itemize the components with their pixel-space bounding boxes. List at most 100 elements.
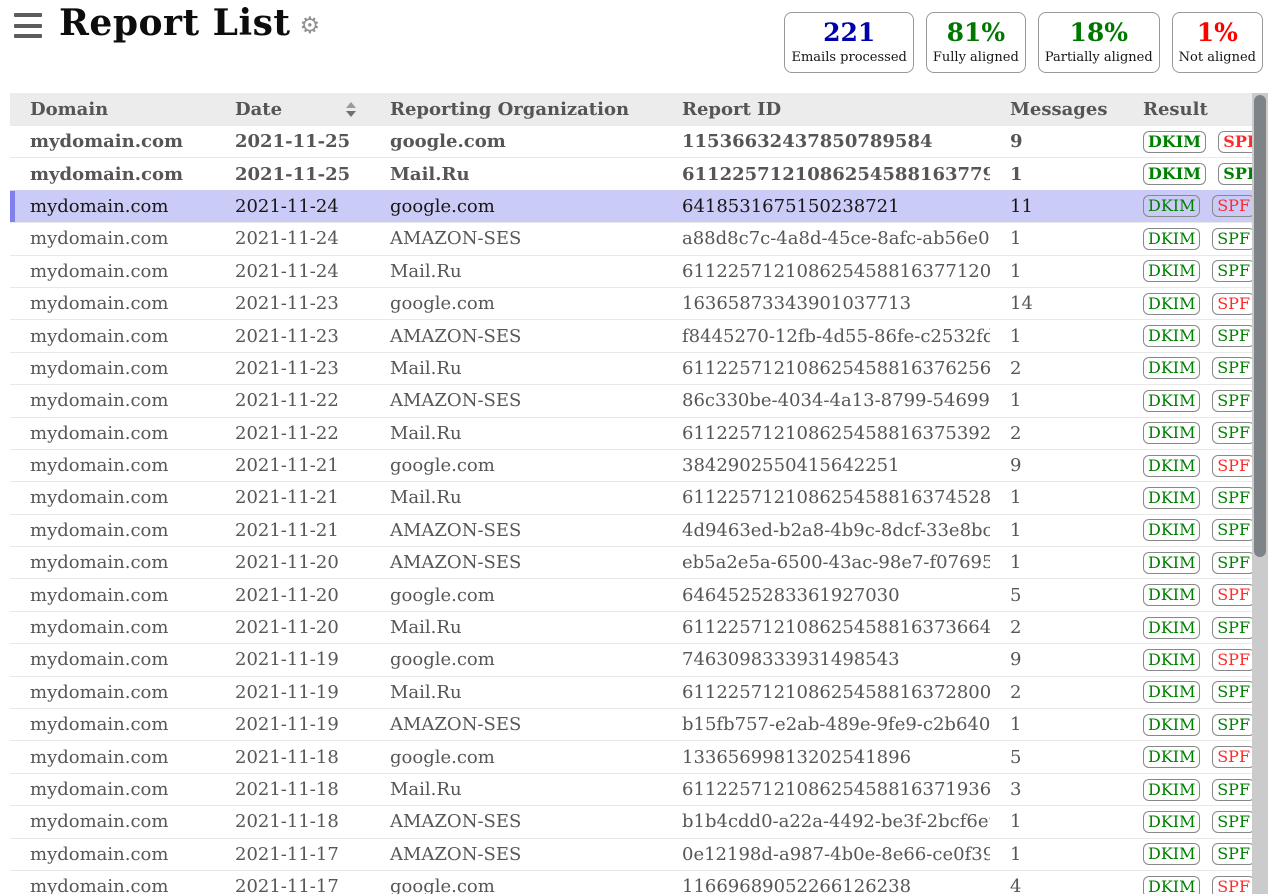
cell-result: DKIM SPF bbox=[1123, 519, 1252, 541]
cell-report-id: b1b4cdd0-a22a-4492-be3f-2bcf6e9… bbox=[662, 811, 990, 832]
cell-report-id: 3842902550415642251 bbox=[662, 455, 990, 476]
table-row[interactable]: mydomain.com 2021-11-20 google.com 64645… bbox=[10, 578, 1252, 610]
stat-card: 1% Not aligned bbox=[1172, 12, 1263, 73]
menu-hamburger-icon[interactable] bbox=[14, 13, 42, 38]
cell-result: DKIM SPF bbox=[1123, 617, 1252, 639]
cell-result: DKIM SPF bbox=[1123, 487, 1252, 509]
dkim-badge: DKIM bbox=[1143, 746, 1200, 768]
spf-badge: SPF bbox=[1212, 228, 1252, 250]
cell-domain: mydomain.com bbox=[10, 390, 215, 411]
table-row[interactable]: mydomain.com 2021-11-20 Mail.Ru 61122571… bbox=[10, 611, 1252, 643]
cell-report-id: eb5a2e5a-6500-43ac-98e7-f076959… bbox=[662, 552, 990, 573]
cell-date: 2021-11-18 bbox=[215, 779, 370, 800]
spf-badge: SPF bbox=[1212, 843, 1252, 865]
table-row[interactable]: mydomain.com 2021-11-17 AMAZON-SES 0e121… bbox=[10, 838, 1252, 870]
cell-org: google.com bbox=[370, 196, 662, 217]
cell-domain: mydomain.com bbox=[10, 293, 215, 314]
column-header-messages[interactable]: Messages bbox=[990, 99, 1123, 120]
cell-report-id: f8445270-12fb-4d55-86fe-c2532fd3… bbox=[662, 326, 990, 347]
cell-org: AMAZON-SES bbox=[370, 228, 662, 249]
column-header-reporting-organization[interactable]: Reporting Organization bbox=[370, 99, 662, 120]
cell-report-id: 16365873343901037713 bbox=[662, 293, 990, 314]
table-row[interactable]: mydomain.com 2021-11-17 google.com 11669… bbox=[10, 870, 1252, 894]
cell-messages: 9 bbox=[990, 455, 1123, 476]
spf-badge: SPF bbox=[1212, 811, 1252, 833]
table-row[interactable]: mydomain.com 2021-11-25 Mail.Ru 61122571… bbox=[10, 157, 1252, 189]
cell-date: 2021-11-19 bbox=[215, 649, 370, 670]
dkim-badge: DKIM bbox=[1143, 260, 1200, 282]
dkim-badge: DKIM bbox=[1143, 584, 1200, 606]
cell-domain: mydomain.com bbox=[10, 520, 215, 541]
table-row[interactable]: mydomain.com 2021-11-21 Mail.Ru 61122571… bbox=[10, 481, 1252, 513]
table-row[interactable]: mydomain.com 2021-11-18 google.com 13365… bbox=[10, 740, 1252, 772]
column-header-report-id[interactable]: Report ID bbox=[662, 99, 990, 120]
cell-date: 2021-11-22 bbox=[215, 423, 370, 444]
cell-messages: 1 bbox=[990, 228, 1123, 249]
spf-badge: SPF bbox=[1212, 617, 1252, 639]
table-row[interactable]: mydomain.com 2021-11-22 AMAZON-SES 86c33… bbox=[10, 384, 1252, 416]
cell-result: DKIM SPF bbox=[1123, 228, 1252, 250]
cell-date: 2021-11-23 bbox=[215, 358, 370, 379]
gear-icon[interactable]: ⚙ bbox=[300, 13, 321, 39]
table-row[interactable]: mydomain.com 2021-11-23 google.com 16365… bbox=[10, 287, 1252, 319]
spf-badge: SPF bbox=[1212, 649, 1252, 671]
dkim-badge: DKIM bbox=[1143, 552, 1200, 574]
spf-badge: SPF bbox=[1212, 681, 1252, 703]
table-row[interactable]: mydomain.com 2021-11-23 Mail.Ru 61122571… bbox=[10, 352, 1252, 384]
cell-report-id: 61122571210862545881637452800 bbox=[662, 487, 990, 508]
titlebar: Report List ⚙ bbox=[59, 2, 320, 44]
cell-date: 2021-11-20 bbox=[215, 552, 370, 573]
cell-result: DKIM SPF bbox=[1123, 455, 1252, 477]
dkim-badge: DKIM bbox=[1143, 131, 1206, 153]
table-row[interactable]: mydomain.com 2021-11-18 Mail.Ru 61122571… bbox=[10, 773, 1252, 805]
cell-messages: 2 bbox=[990, 617, 1123, 638]
table-row[interactable]: mydomain.com 2021-11-21 google.com 38429… bbox=[10, 449, 1252, 481]
column-header-result[interactable]: Result bbox=[1123, 99, 1252, 120]
table-row[interactable]: mydomain.com 2021-11-21 AMAZON-SES 4d946… bbox=[10, 514, 1252, 546]
table-row[interactable]: mydomain.com 2021-11-19 AMAZON-SES b15fb… bbox=[10, 708, 1252, 740]
scrollbar-track[interactable] bbox=[1252, 93, 1268, 894]
spf-badge: SPF bbox=[1212, 357, 1252, 379]
table-row[interactable]: mydomain.com 2021-11-19 Mail.Ru 61122571… bbox=[10, 676, 1252, 708]
stat-label: Partially aligned bbox=[1045, 50, 1153, 65]
column-header-date[interactable]: Date bbox=[215, 99, 370, 120]
table-row[interactable]: mydomain.com 2021-11-22 Mail.Ru 61122571… bbox=[10, 417, 1252, 449]
cell-org: AMAZON-SES bbox=[370, 390, 662, 411]
dkim-badge: DKIM bbox=[1143, 325, 1200, 347]
dkim-badge: DKIM bbox=[1143, 681, 1200, 703]
table-row[interactable]: mydomain.com 2021-11-24 AMAZON-SES a88d8… bbox=[10, 222, 1252, 254]
cell-date: 2021-11-19 bbox=[215, 682, 370, 703]
table-row[interactable]: mydomain.com 2021-11-19 google.com 74630… bbox=[10, 643, 1252, 675]
cell-date: 2021-11-23 bbox=[215, 293, 370, 314]
table-row[interactable]: mydomain.com 2021-11-24 Mail.Ru 61122571… bbox=[10, 255, 1252, 287]
cell-result: DKIM SPF bbox=[1123, 746, 1252, 768]
stats-cards: 221 Emails processed 81% Fully aligned 1… bbox=[784, 12, 1263, 73]
dkim-badge: DKIM bbox=[1143, 163, 1206, 185]
sort-arrows-icon[interactable] bbox=[346, 102, 356, 117]
cell-messages: 11 bbox=[990, 196, 1123, 217]
cell-date: 2021-11-18 bbox=[215, 747, 370, 768]
cell-domain: mydomain.com bbox=[10, 196, 215, 217]
stat-card: 81% Fully aligned bbox=[926, 12, 1026, 73]
cell-result: DKIM SPF bbox=[1123, 584, 1252, 606]
cell-date: 2021-11-25 bbox=[215, 131, 370, 152]
cell-domain: mydomain.com bbox=[10, 844, 215, 865]
table-header-row: Domain Date Reporting Organization Repor… bbox=[10, 93, 1252, 125]
spf-badge: SPF bbox=[1212, 422, 1252, 444]
cell-date: 2021-11-17 bbox=[215, 876, 370, 894]
table-row[interactable]: mydomain.com 2021-11-20 AMAZON-SES eb5a2… bbox=[10, 546, 1252, 578]
dkim-badge: DKIM bbox=[1143, 228, 1200, 250]
table-row[interactable]: mydomain.com 2021-11-24 google.com 64185… bbox=[10, 190, 1252, 222]
cell-org: AMAZON-SES bbox=[370, 714, 662, 735]
column-header-domain[interactable]: Domain bbox=[10, 99, 215, 120]
cell-org: Mail.Ru bbox=[370, 358, 662, 379]
cell-date: 2021-11-17 bbox=[215, 844, 370, 865]
table-row[interactable]: mydomain.com 2021-11-25 google.com 11536… bbox=[10, 125, 1252, 157]
scrollbar-thumb[interactable] bbox=[1254, 95, 1266, 557]
cell-domain: mydomain.com bbox=[10, 617, 215, 638]
spf-badge: SPF bbox=[1212, 746, 1252, 768]
table-row[interactable]: mydomain.com 2021-11-18 AMAZON-SES b1b4c… bbox=[10, 805, 1252, 837]
cell-result: DKIM SPF bbox=[1123, 163, 1252, 185]
cell-domain: mydomain.com bbox=[10, 164, 215, 185]
table-row[interactable]: mydomain.com 2021-11-23 AMAZON-SES f8445… bbox=[10, 319, 1252, 351]
